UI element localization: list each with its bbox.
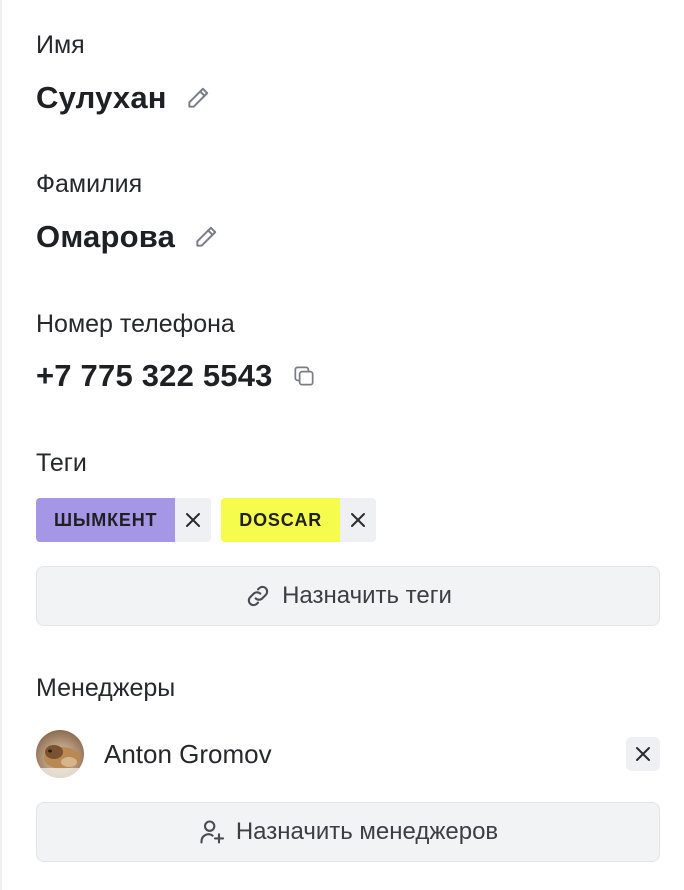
remove-tag-button[interactable] [340, 498, 377, 542]
assign-tags-label: Назначить теги [282, 582, 452, 609]
edit-first-name-button[interactable] [183, 83, 213, 113]
pencil-icon [196, 226, 217, 247]
first-name-field: Сулухан [36, 78, 213, 118]
last-name-value: Омарова [36, 219, 176, 254]
assign-tags-button[interactable]: Назначить теги [36, 566, 660, 626]
copy-phone-button[interactable] [289, 361, 319, 391]
pencil-icon [188, 87, 208, 108]
managers-label: Менеджеры [36, 674, 176, 702]
close-icon [186, 513, 201, 527]
avatar [36, 730, 84, 778]
phone-value: +7 775 322 5543 [36, 358, 273, 393]
phone-label: Номер телефона [36, 310, 235, 338]
copy-icon [294, 366, 314, 386]
close-icon [636, 747, 650, 761]
manager-name[interactable]: Anton Gromov [104, 739, 626, 770]
add-user-icon [198, 818, 226, 846]
first-name-label: Имя [36, 31, 85, 59]
assign-managers-button[interactable]: Назначить менеджеров [36, 802, 660, 862]
first-name-value: Сулухан [36, 80, 167, 115]
phone-field: +7 775 322 5543 [36, 356, 319, 396]
assign-managers-label: Назначить менеджеров [235, 818, 499, 845]
remove-manager-button[interactable] [626, 737, 660, 771]
last-name-field: Омарова [36, 217, 221, 257]
tags-label: Теги [36, 449, 87, 477]
edit-last-name-button[interactable] [191, 222, 221, 252]
tag-label[interactable]: DOSCAR [221, 498, 341, 542]
close-icon [351, 513, 366, 527]
remove-tag-button[interactable] [175, 498, 212, 542]
last-name-label: Фамилия [36, 170, 143, 198]
contact-details-panel: Имя Сулухан Фамилия Омарова Номер телефо… [0, 0, 684, 890]
tag-label[interactable]: ШЫМКЕНТ [36, 498, 176, 542]
tag-list: ШЫМКЕНТ DOSCAR [36, 498, 386, 542]
dog-photo-avatar [36, 730, 84, 778]
tag-doscar: DOSCAR [221, 498, 377, 542]
tag-shymkent: ШЫМКЕНТ [36, 498, 212, 542]
link-icon [244, 582, 272, 610]
manager-item: Anton Gromov [36, 730, 660, 778]
